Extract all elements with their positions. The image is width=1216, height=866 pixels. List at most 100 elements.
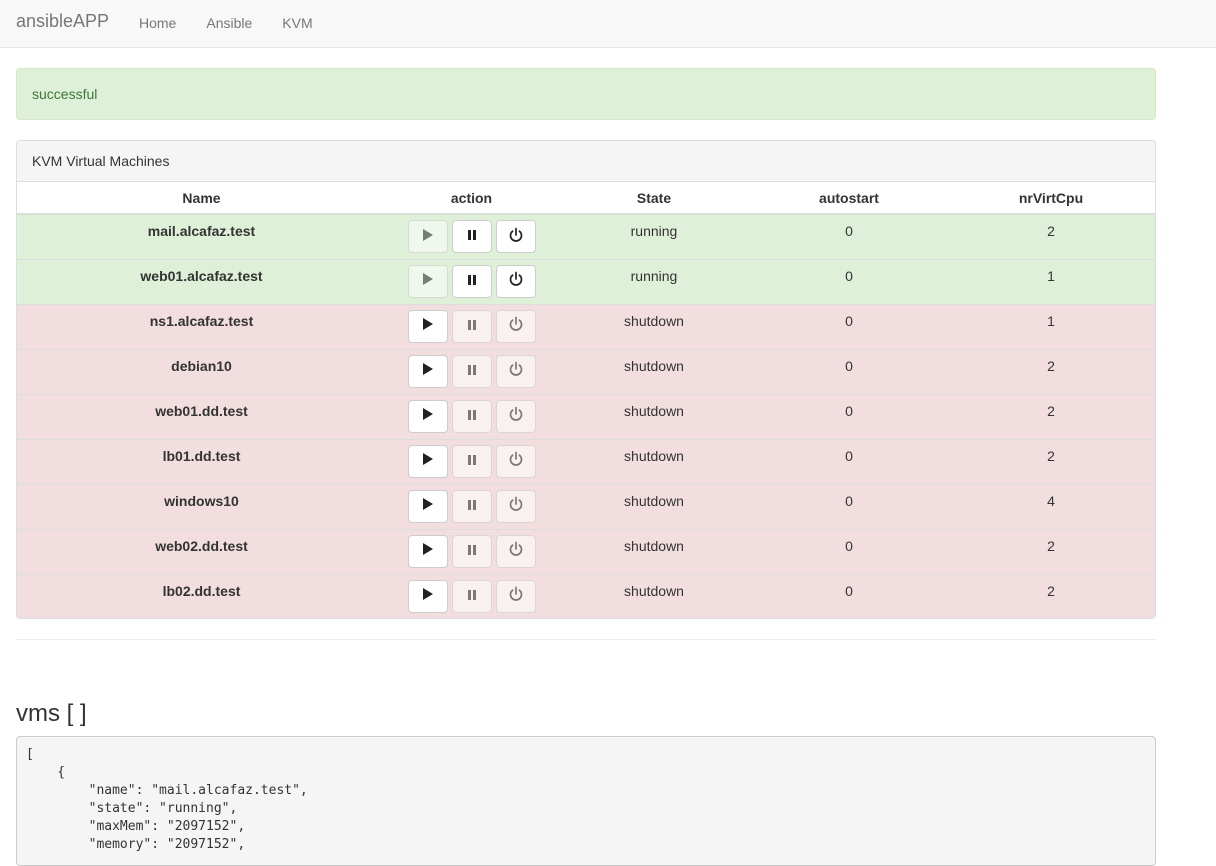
vm-autostart: 0 [751,438,947,484]
play-icon [422,587,434,605]
table-row: lb01.dd.test shutdown 0 2 [17,438,1155,484]
table-row: mail.alcafaz.test running 0 2 [17,213,1155,259]
brand-logo[interactable]: ansibleAPP [16,11,109,32]
vm-panel: KVM Virtual Machines Name action State a… [16,140,1156,619]
vm-name: mail.alcafaz.test [17,213,386,259]
play-icon [422,317,434,335]
shutdown-button[interactable] [495,489,536,523]
shutdown-button[interactable] [495,444,536,478]
pause-button[interactable] [451,309,492,343]
vm-state: shutdown [557,438,751,484]
vm-autostart: 0 [751,258,947,304]
table-row: web01.alcafaz.test running 0 1 [17,258,1155,304]
vm-actions [386,573,557,618]
power-icon [508,586,524,606]
vm-actions [386,393,557,439]
alert-text: successful [32,86,98,102]
vm-actions [386,438,557,484]
vm-nrvirtcpu: 2 [947,438,1155,484]
pause-button[interactable] [451,354,492,388]
vm-state: shutdown [557,348,751,394]
start-button[interactable] [407,220,448,253]
vm-state: shutdown [557,483,751,529]
shutdown-button[interactable] [495,354,536,388]
pause-icon [467,273,477,290]
vm-table-body: mail.alcafaz.test running 0 2 web01.alcafaz.… [17,213,1155,618]
table-row: ns1.alcafaz.test shutdown 0 1 [17,303,1155,349]
vm-nrvirtcpu: 1 [947,258,1155,304]
pause-icon [467,543,477,560]
vm-name: windows10 [17,483,386,529]
vm-autostart: 0 [751,528,947,574]
start-button[interactable] [407,399,448,433]
start-button[interactable] [407,489,448,523]
play-icon [422,452,434,470]
vm-state: shutdown [557,528,751,574]
start-button[interactable] [407,264,448,298]
column-header-autostart: autostart [751,182,947,215]
shutdown-button[interactable] [495,534,536,568]
pause-icon [467,318,477,335]
column-header-action: action [386,182,557,215]
vm-name: debian10 [17,348,386,394]
power-icon [508,541,524,561]
pause-button[interactable] [451,489,492,523]
start-button[interactable] [407,309,448,343]
nav-link-ansible[interactable]: Ansible [191,0,267,47]
pause-button[interactable] [451,579,492,613]
table-header-row: Name action State autostart nrVirtCpu [17,182,1155,215]
pause-button[interactable] [451,534,492,568]
nav-link-kvm[interactable]: KVM [267,0,327,47]
column-header-nrvirtcpu: nrVirtCpu [947,182,1155,215]
pause-icon [467,453,477,470]
vm-autostart: 0 [751,213,947,259]
vm-nrvirtcpu: 4 [947,483,1155,529]
vm-nrvirtcpu: 1 [947,303,1155,349]
vm-nrvirtcpu: 2 [947,213,1155,259]
table-row: web01.dd.test shutdown 0 2 [17,393,1155,439]
vms-section-title: vms [ ] [16,700,87,727]
nav-link-home[interactable]: Home [124,0,191,47]
table-row: debian10 shutdown 0 2 [17,348,1155,394]
vm-nrvirtcpu: 2 [947,393,1155,439]
vm-nrvirtcpu: 2 [947,528,1155,574]
shutdown-button[interactable] [495,579,536,613]
pause-button[interactable] [451,264,492,298]
pause-icon [467,228,477,245]
vm-name: web01.alcafaz.test [17,258,386,304]
shutdown-button[interactable] [495,309,536,343]
divider [16,639,1156,640]
shutdown-button[interactable] [495,264,536,298]
vm-name: lb01.dd.test [17,438,386,484]
shutdown-button[interactable] [495,220,536,253]
play-icon [422,228,434,246]
power-icon [508,271,524,291]
vm-actions [386,348,557,394]
vm-nrvirtcpu: 2 [947,348,1155,394]
pause-button[interactable] [451,399,492,433]
vm-state: running [557,213,751,259]
pause-icon [467,363,477,380]
pause-button[interactable] [451,444,492,478]
power-icon [508,227,524,247]
play-icon [422,272,434,290]
start-button[interactable] [407,534,448,568]
start-button[interactable] [407,354,448,388]
vm-actions [386,528,557,574]
power-icon [508,406,524,426]
pause-button[interactable] [451,220,492,253]
vm-state: shutdown [557,303,751,349]
pause-icon [467,408,477,425]
vm-autostart: 0 [751,573,947,618]
start-button[interactable] [407,444,448,478]
column-header-name: Name [17,182,386,215]
start-button[interactable] [407,579,448,613]
power-icon [508,316,524,336]
power-icon [508,451,524,471]
play-icon [422,407,434,425]
vm-state: shutdown [557,393,751,439]
vm-table: Name action State autostart nrVirtCpu ma… [17,182,1155,618]
vm-actions [386,213,557,259]
shutdown-button[interactable] [495,399,536,433]
vms-json-output: [ { "name": "mail.alcafaz.test", "state"… [16,736,1156,866]
